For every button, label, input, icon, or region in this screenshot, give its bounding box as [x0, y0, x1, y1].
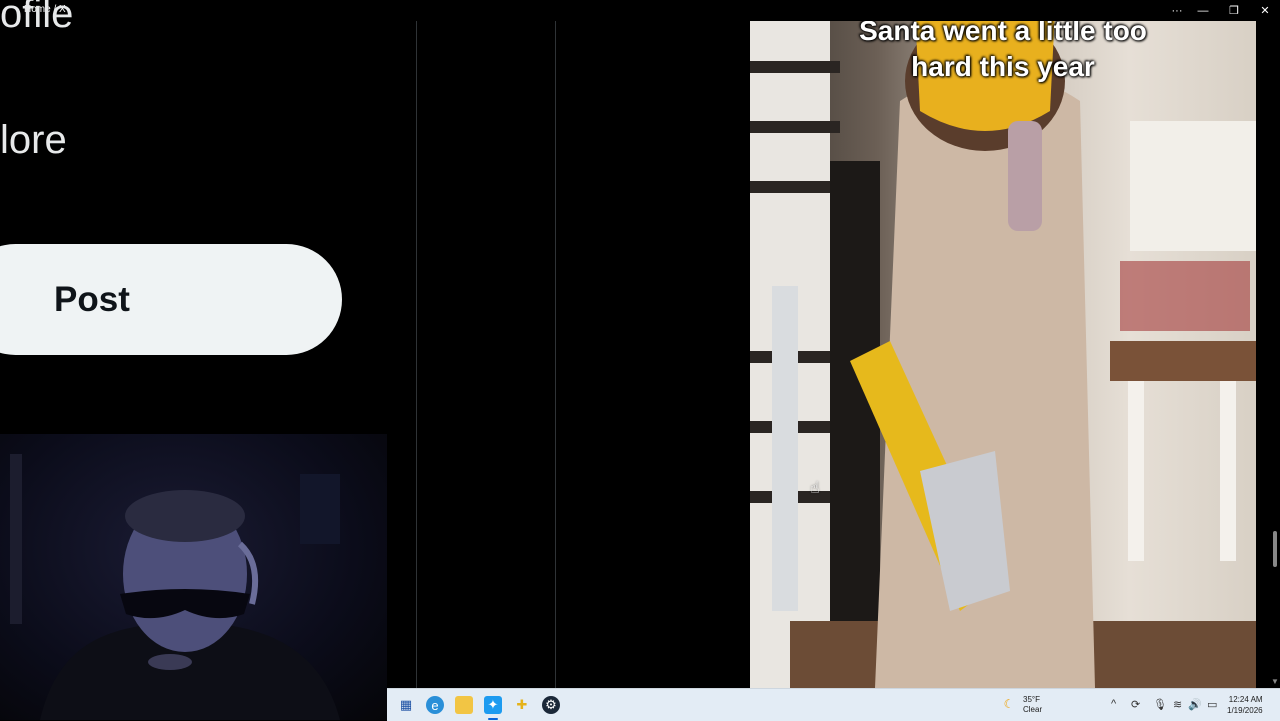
wifi-icon[interactable]: ≋	[1173, 698, 1182, 711]
window-titlebar: Home / X ··· — ❐ ✕	[0, 0, 1280, 21]
start-icon[interactable]: ▦	[397, 696, 415, 714]
sync-icon[interactable]: ⟳	[1131, 698, 1140, 711]
minimize-button[interactable]: —	[1188, 0, 1218, 21]
page-scrollbar[interactable]: ▼	[1268, 21, 1280, 688]
video-frame-illustration	[750, 21, 1256, 688]
column-divider-right	[555, 21, 556, 688]
taskbar: ▦ e ✦ ✚ ⚙ ☾ 35°F Clear ^ ⟳ 🎙 ≋ 🔊 ▭ 12:24…	[387, 688, 1280, 721]
steam-icon[interactable]: ⚙	[542, 696, 560, 714]
weather-moon-icon: ☾	[1003, 697, 1015, 711]
microphone-icon[interactable]: 🎙	[1153, 698, 1167, 711]
system-clock[interactable]: 12:24 AM 1/19/2026	[1227, 694, 1263, 716]
post-button-label: Post	[54, 279, 130, 319]
twitter-icon[interactable]: ✦	[484, 696, 502, 714]
scrollbar-thumb[interactable]	[1273, 531, 1277, 567]
clock-time: 12:24 AM	[1228, 695, 1263, 704]
webcam-person-illustration	[10, 454, 340, 720]
pinned-app-icon[interactable]: ✚	[513, 696, 531, 714]
battery-icon[interactable]: ▭	[1207, 698, 1217, 711]
weather-temp: 35°F	[1023, 695, 1040, 704]
hand-cursor-icon: ☝	[810, 480, 820, 497]
edge-icon[interactable]: e	[426, 696, 444, 714]
sidebar-item-more[interactable]: lore	[0, 120, 67, 160]
video-player[interactable]: Santa went a little too hard this year	[750, 21, 1256, 688]
sidebar-item-profile[interactable]: ofile	[0, 0, 73, 34]
scroll-down-arrow-icon[interactable]: ▼	[1271, 677, 1279, 686]
show-hidden-icons-chevron-icon[interactable]: ^	[1111, 698, 1116, 710]
video-caption-line-2: hard this year	[911, 51, 1095, 82]
clock-date: 1/19/2026	[1227, 706, 1263, 715]
weather-widget[interactable]: 35°F Clear	[1023, 695, 1042, 715]
webcam-overlay	[0, 434, 387, 720]
video-caption: Santa went a little too hard this year	[750, 21, 1256, 85]
volume-icon[interactable]: 🔊	[1188, 698, 1202, 711]
column-divider-left	[416, 21, 417, 688]
restore-button[interactable]: ❐	[1219, 0, 1249, 21]
file-explorer-icon[interactable]	[455, 696, 473, 714]
post-button[interactable]: Post	[0, 244, 342, 355]
close-button[interactable]: ✕	[1250, 0, 1280, 21]
weather-condition: Clear	[1023, 705, 1043, 714]
video-caption-line-1: Santa went a little too	[859, 21, 1147, 46]
